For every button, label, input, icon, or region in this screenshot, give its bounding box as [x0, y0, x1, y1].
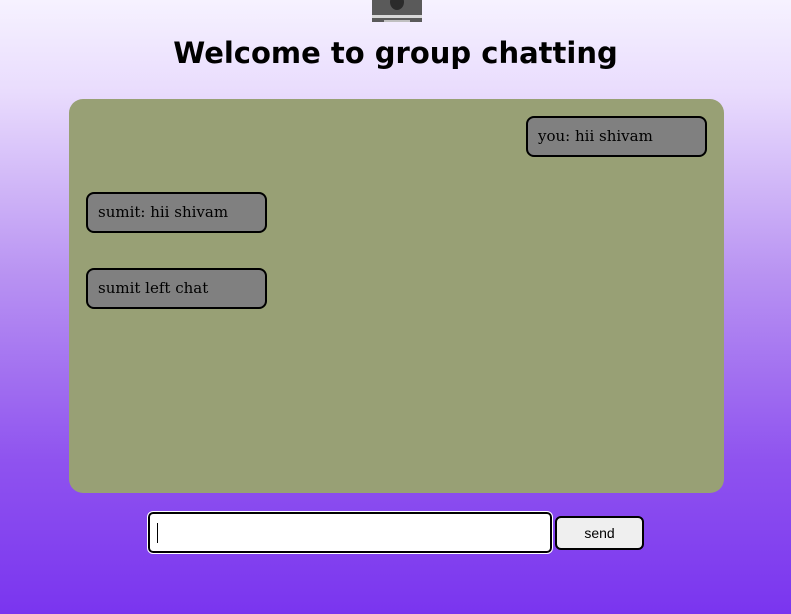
logo-head-shape	[390, 0, 404, 10]
message-incoming: sumit: hii shivam	[86, 192, 267, 233]
logo-image	[372, 0, 422, 22]
page-title: Welcome to group chatting	[173, 36, 618, 70]
message-system: sumit left chat	[86, 268, 267, 309]
text-caret	[157, 523, 158, 543]
chat-box: you: hii shivam sumit: hii shivam sumit …	[69, 99, 724, 493]
send-button[interactable]: send	[555, 516, 644, 550]
logo-stripe-small	[384, 20, 410, 22]
logo-stripe	[372, 15, 422, 18]
message-outgoing: you: hii shivam	[526, 116, 707, 157]
message-input[interactable]	[147, 511, 553, 554]
